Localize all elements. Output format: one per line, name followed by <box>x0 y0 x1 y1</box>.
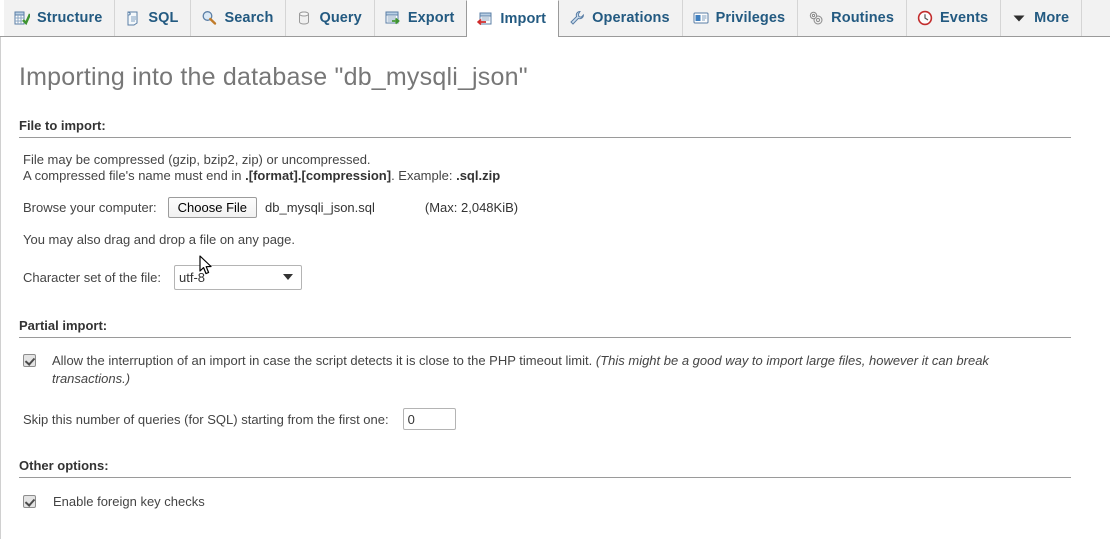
tab-label: Routines <box>831 10 895 26</box>
tab-export[interactable]: Export <box>373 0 468 36</box>
export-icon <box>385 10 401 26</box>
tab-structure[interactable]: Structure <box>4 0 116 36</box>
tab-sql[interactable]: SQL <box>114 0 192 36</box>
file-browse-row: Browse your computer: Choose File db_mys… <box>23 197 1110 218</box>
wrench-icon <box>569 10 585 26</box>
tab-label: More <box>1034 10 1070 26</box>
tab-operations[interactable]: Operations <box>558 0 683 36</box>
compression-note-line1: File may be compressed (gzip, bzip2, zip… <box>23 152 371 167</box>
page-content: Importing into the database "db_mysqli_j… <box>0 37 1110 539</box>
skip-queries-input[interactable] <box>402 408 456 430</box>
tab-label: Search <box>224 10 274 26</box>
section-heading-partial-import: Partial import: <box>19 318 1071 338</box>
compression-note-line2: A compressed file's name must end in .[f… <box>23 168 1110 183</box>
note-prefix: A compressed file's name must end in <box>23 168 246 183</box>
clock-icon <box>917 10 933 26</box>
tab-search[interactable]: Search <box>190 0 287 36</box>
selected-file-name: db_mysqli_json.sql <box>265 200 375 215</box>
tab-query[interactable]: Query <box>285 0 375 36</box>
tab-bar-filler <box>1081 0 1110 36</box>
tab-label: Structure <box>37 10 103 26</box>
sql-icon <box>125 10 141 26</box>
allow-interrupt-label: Allow the interruption of an import in c… <box>52 353 593 368</box>
tab-label: Privileges <box>715 10 786 26</box>
drag-drop-hint: You may also drag and drop a file on any… <box>23 232 295 247</box>
charset-select[interactable]: utf-8 <box>174 265 303 290</box>
max-file-size: (Max: 2,048KiB) <box>424 200 519 215</box>
skip-queries-label: Skip this number of queries (for SQL) st… <box>23 411 389 427</box>
tab-label: Import <box>500 11 547 27</box>
browse-label: Browse your computer: <box>23 200 157 215</box>
tab-more[interactable]: More <box>1000 0 1083 36</box>
choose-file-button[interactable]: Choose File <box>167 197 258 218</box>
section-heading-other-options: Other options: <box>19 458 1071 478</box>
privileges-icon <box>693 10 709 26</box>
note-mid: . Example: <box>391 168 457 183</box>
tab-label: Export <box>407 10 455 26</box>
allow-interrupt-row: Allow the interruption of an import in c… <box>23 352 1023 388</box>
note-format-token: .[format].[compression] <box>245 168 392 183</box>
skip-queries-row: Skip this number of queries (for SQL) st… <box>23 408 1110 430</box>
charset-row: Character set of the file: utf-8 <box>23 265 1110 290</box>
query-icon <box>296 10 312 26</box>
charset-label: Character set of the file: <box>23 270 162 285</box>
allow-interrupt-checkbox[interactable] <box>23 354 36 367</box>
foreign-key-label: Enable foreign key checks <box>53 494 205 509</box>
tab-routines[interactable]: Routines <box>797 0 908 36</box>
import-icon <box>477 11 493 27</box>
main-tab-bar: Structure SQL Search Query Export Import… <box>0 0 1110 37</box>
tab-import[interactable]: Import <box>466 0 560 37</box>
tab-label: Events <box>940 10 989 26</box>
tab-label: Query <box>319 10 362 26</box>
tab-label: SQL <box>148 10 179 26</box>
foreign-key-checkbox[interactable] <box>23 495 36 508</box>
structure-icon <box>14 10 32 26</box>
gears-icon <box>808 10 824 26</box>
tab-privileges[interactable]: Privileges <box>681 0 799 36</box>
foreign-key-row: Enable foreign key checks <box>23 494 1110 509</box>
tab-label: Operations <box>592 10 670 26</box>
section-heading-file-to-import: File to import: <box>19 118 1071 138</box>
tab-events[interactable]: Events <box>906 0 1002 36</box>
note-example-token: .sql.zip <box>456 168 501 183</box>
page-title: Importing into the database "db_mysqli_j… <box>19 63 528 91</box>
chevron-down-icon <box>1011 10 1027 26</box>
search-icon <box>201 10 217 26</box>
